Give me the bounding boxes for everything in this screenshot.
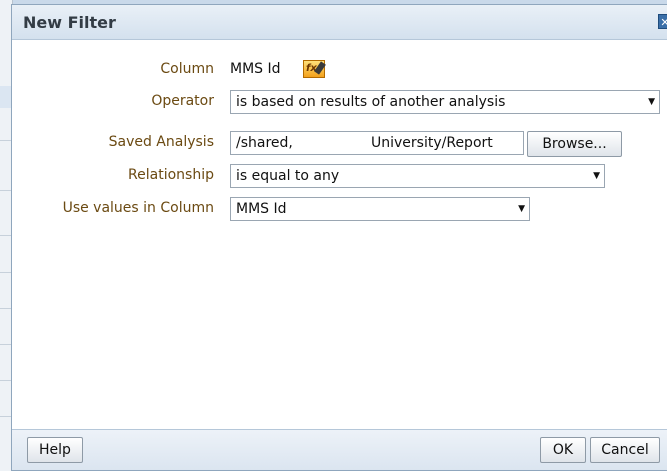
cancel-button[interactable]: Cancel — [590, 437, 660, 463]
chevron-down-icon: ▼ — [593, 171, 600, 181]
use-values-label: Use values in Column — [62, 200, 214, 216]
chevron-down-icon: ▼ — [518, 204, 525, 214]
saved-analysis-input[interactable]: /shared, University/Report — [230, 131, 524, 155]
saved-analysis-label: Saved Analysis — [108, 134, 214, 150]
help-button[interactable]: Help — [27, 437, 83, 463]
relationship-label: Relationship — [128, 167, 214, 183]
relationship-select[interactable]: is equal to any ▼ — [230, 164, 605, 188]
dialog-titlebar[interactable]: New Filter ✕ — [12, 5, 667, 40]
browse-button[interactable]: Browse... — [527, 131, 622, 157]
saved-analysis-path-end: University/Report — [371, 135, 493, 151]
operator-label: Operator — [151, 93, 214, 109]
operator-select[interactable]: is based on results of another analysis … — [230, 90, 660, 114]
close-icon[interactable]: ✕ — [658, 14, 667, 29]
column-label: Column — [160, 61, 214, 77]
chevron-down-icon: ▼ — [648, 97, 655, 107]
dialog-title: New Filter — [23, 13, 116, 32]
edit-formula-icon[interactable]: fx — [303, 60, 326, 78]
use-values-value: MMS Id — [236, 201, 287, 217]
use-values-select[interactable]: MMS Id ▼ — [230, 197, 530, 221]
column-value: MMS Id — [230, 61, 281, 77]
dialog-footer: Help OK Cancel — [12, 429, 667, 470]
operator-value: is based on results of another analysis — [236, 94, 506, 110]
new-filter-dialog: New Filter ✕ Column MMS Id fx Operator i… — [11, 4, 667, 471]
saved-analysis-path-start: /shared, — [236, 135, 293, 151]
ok-button[interactable]: OK — [540, 437, 586, 463]
relationship-value: is equal to any — [236, 168, 340, 184]
